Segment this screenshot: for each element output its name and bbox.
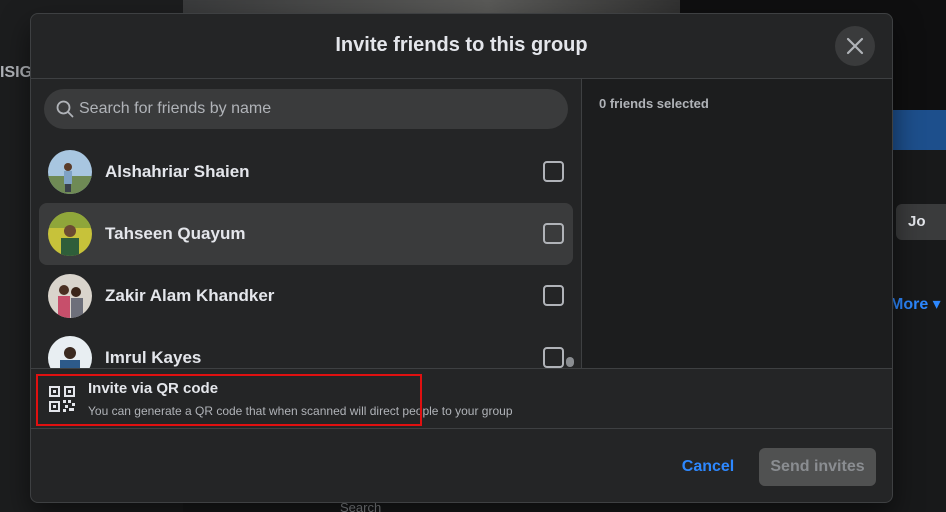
background-more-tab: More ▾ [890,296,941,313]
invite-via-qr-option[interactable]: Invite via QR code You can generate a QR… [31,368,892,429]
cancel-button[interactable]: Cancel [671,449,745,485]
friend-row[interactable]: Imrul Kayes [39,327,573,368]
search-input[interactable] [75,100,568,118]
friend-row[interactable]: Zakir Alam Khandker [39,265,573,327]
scrollbar-thumb[interactable] [566,357,574,367]
search-icon [55,99,75,119]
friend-checkbox[interactable] [543,223,564,244]
avatar [48,150,92,194]
background-more-label: More [890,296,929,313]
dialog-title: Invite friends to this group [335,34,588,56]
selected-friends-pane: 0 friends selected [581,79,892,368]
send-invites-button[interactable]: Send invites [759,448,876,486]
invite-friends-dialog: Invite friends to this group Search for … [30,13,893,503]
friend-checkbox[interactable] [543,161,564,182]
dialog-header: Invite friends to this group [31,14,892,79]
background-join-button: Jo [896,204,946,240]
annotation-highlight-box [36,374,422,426]
friend-row[interactable]: Tahseen Quayum [39,203,573,265]
friend-checkbox[interactable] [543,347,564,368]
selected-count: 0 friends selected [599,96,709,111]
friend-row[interactable]: Alshahriar Shaien [39,141,573,203]
friend-checkbox[interactable] [543,285,564,306]
friend-name: Tahseen Quayum [105,224,246,243]
close-icon [846,37,864,55]
avatar [48,336,92,368]
avatar [48,212,92,256]
friend-name: Zakir Alam Khandker [105,286,275,305]
friend-name: Imrul Kayes [105,348,202,367]
friend-list: Alshahriar Shaien Tahseen Quayum Zakir A… [39,141,573,368]
close-button[interactable] [835,26,875,66]
friend-name: Alshahriar Shaien [105,162,250,181]
friends-pane: Alshahriar Shaien Tahseen Quayum [31,79,581,368]
avatar [48,274,92,318]
background-left-text: ISIG [0,64,33,81]
search-box[interactable] [44,89,568,129]
